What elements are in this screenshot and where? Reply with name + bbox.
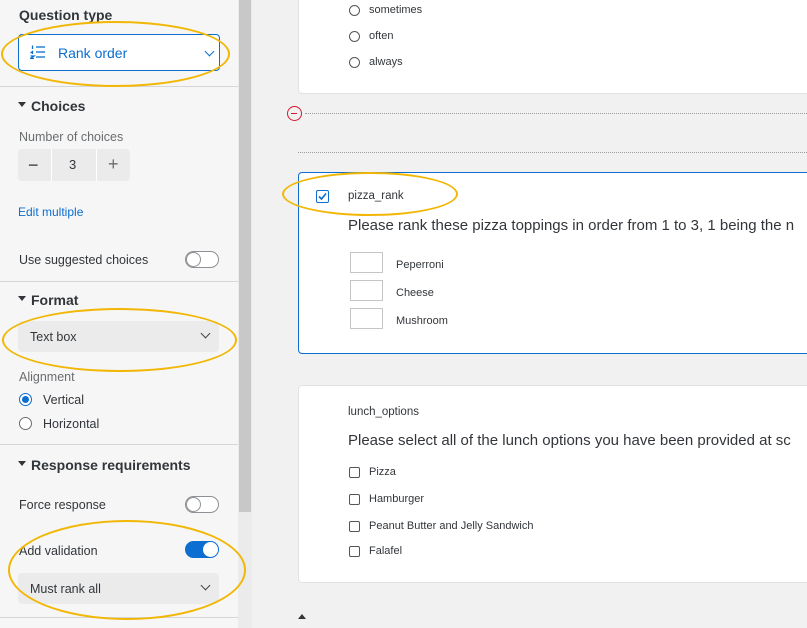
answer-option-label: Peanut Butter and Jelly Sandwich [369, 520, 534, 532]
decrement-button[interactable]: − [28, 155, 39, 176]
force-response-label: Force response [19, 498, 106, 512]
page-break-line [305, 113, 807, 114]
answer-option-label: sometimes [369, 4, 423, 16]
answer-option[interactable]: Hamburger [349, 493, 609, 509]
radio-unselected-icon [349, 57, 360, 68]
sidebar-scrollbar-thumb[interactable] [239, 0, 251, 512]
rank-input[interactable] [350, 280, 383, 301]
checkbox-icon [349, 521, 360, 532]
alignment-vertical-label: Vertical [43, 393, 84, 407]
divider [96, 149, 97, 181]
toggle-knob [186, 252, 201, 267]
divider [51, 149, 52, 181]
answer-option[interactable]: often [349, 29, 549, 45]
divider [0, 281, 238, 282]
force-response-toggle[interactable] [185, 496, 219, 513]
question-card-lunch-options[interactable]: lunch_options Please select all of the l… [298, 385, 807, 583]
suggested-choices-toggle[interactable] [185, 251, 219, 268]
question-id[interactable]: lunch_options [348, 406, 419, 418]
alignment-horizontal-label: Horizontal [43, 417, 100, 431]
answer-option-label: often [369, 30, 394, 42]
radio-unselected-icon [349, 31, 360, 42]
answer-option-label: Hamburger [369, 493, 425, 505]
caret-down-icon [18, 461, 26, 466]
increment-button[interactable]: + [108, 154, 119, 175]
highlight-ellipse [2, 308, 237, 372]
checkbox-icon [349, 467, 360, 478]
suggested-choices-label: Use suggested choices [19, 253, 149, 267]
choice-count-stepper: − 3 + [18, 149, 130, 181]
answer-option-label: Falafel [369, 545, 403, 557]
radio-unselected-icon [19, 417, 32, 430]
edit-multiple-link[interactable]: Edit multiple [18, 205, 83, 219]
rank-item-label: Peperroni [396, 259, 444, 271]
checkbox-icon [349, 546, 360, 557]
caret-down-icon [18, 102, 26, 107]
number-of-choices-label: Number of choices [19, 130, 124, 144]
rank-input[interactable] [350, 308, 383, 329]
rank-item-label: Mushroom [396, 315, 448, 327]
rank-item-label: Cheese [396, 287, 434, 299]
question-text[interactable]: Please select all of the lunch options y… [348, 432, 791, 449]
divider [0, 444, 238, 445]
response-requirements-heading: Response requirements [31, 457, 191, 473]
answer-option-label: always [369, 56, 403, 68]
radio-selected-icon [19, 393, 32, 406]
format-heading: Format [31, 292, 79, 308]
question-text[interactable]: Please rank these pizza toppings in orde… [348, 217, 794, 234]
alignment-horizontal-option[interactable]: Horizontal [19, 416, 159, 432]
remove-page-break-icon[interactable] [287, 106, 302, 121]
toggle-knob [186, 497, 201, 512]
block-separator-line [298, 152, 807, 153]
highlight-ellipse [1, 21, 230, 87]
caret-down-icon [18, 296, 26, 301]
alignment-label: Alignment [19, 370, 75, 384]
answer-option[interactable]: Peanut Butter and Jelly Sandwich [349, 520, 609, 536]
choices-heading: Choices [31, 98, 86, 114]
radio-unselected-icon [349, 5, 360, 16]
rank-input[interactable] [350, 252, 383, 273]
choice-count-input[interactable]: 3 [69, 157, 76, 172]
checkbox-icon [349, 494, 360, 505]
alignment-vertical-option[interactable]: Vertical [19, 392, 159, 408]
caret-up-icon[interactable] [298, 614, 306, 619]
question-card-previous[interactable]: sometimes often always [298, 0, 807, 94]
highlight-ellipse [282, 172, 458, 216]
highlight-ellipse [8, 520, 246, 620]
answer-option[interactable]: Pizza [349, 466, 609, 482]
answer-option[interactable]: sometimes [349, 3, 549, 19]
answer-option-label: Pizza [369, 466, 396, 478]
answer-option[interactable]: always [349, 55, 549, 71]
answer-option[interactable]: Falafel [349, 545, 609, 561]
